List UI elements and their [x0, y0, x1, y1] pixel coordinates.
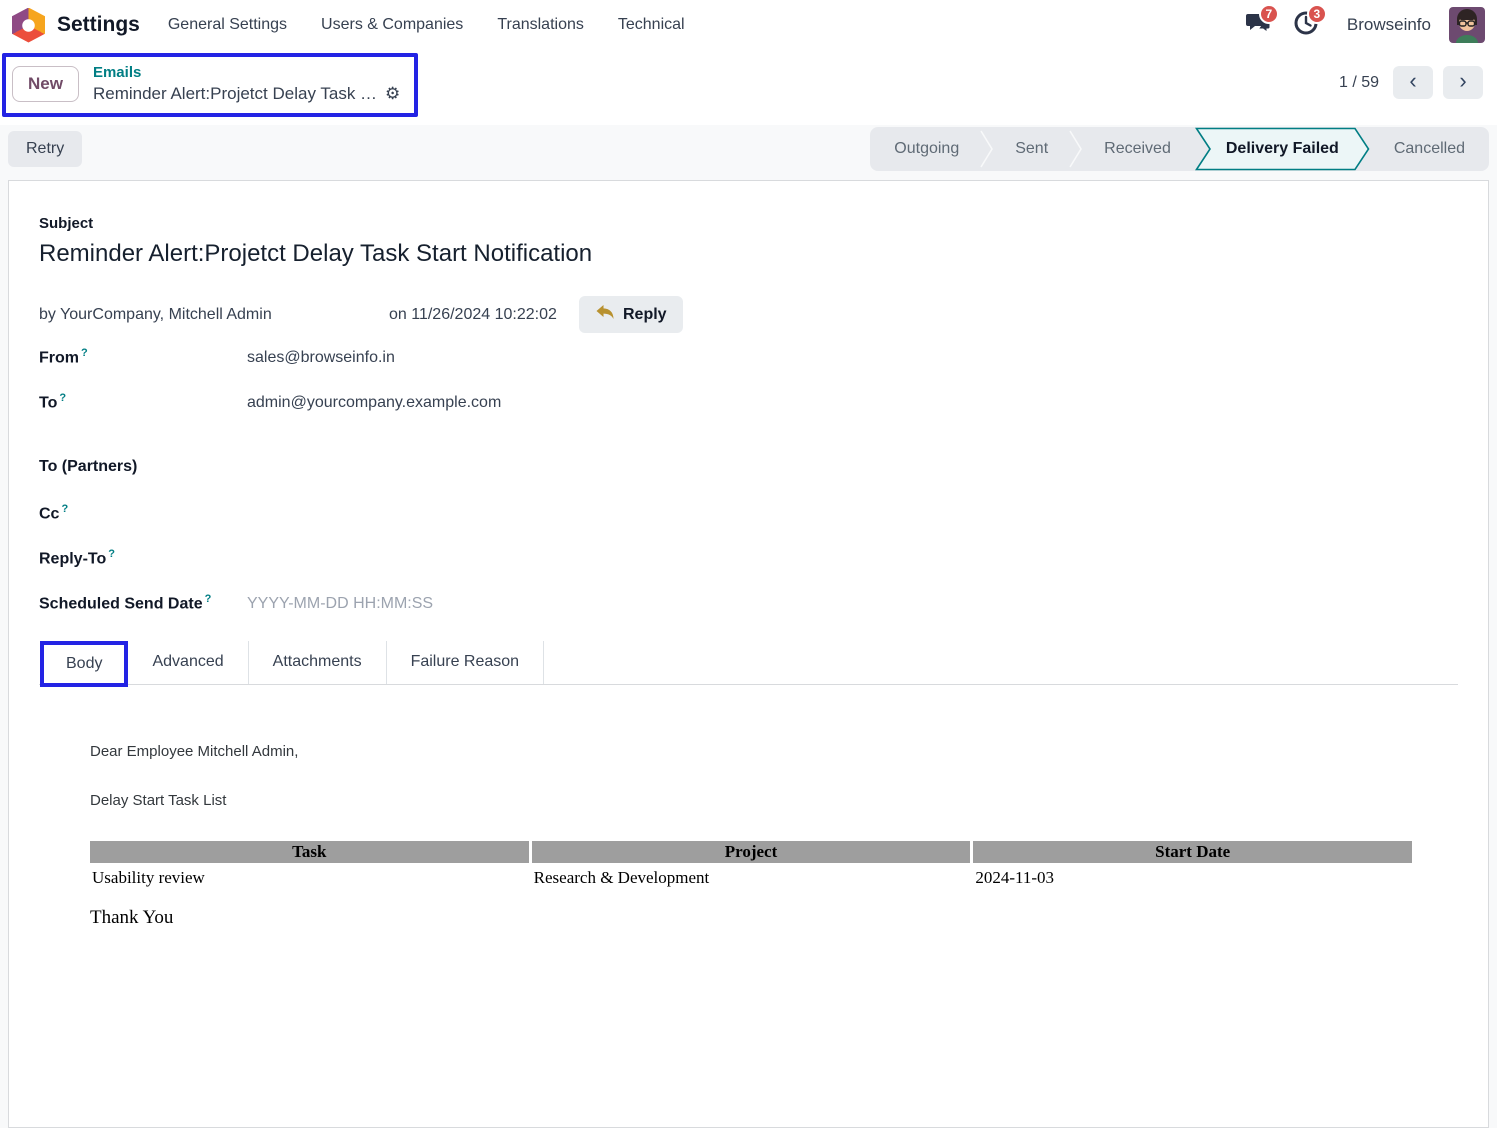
stage-delivery-failed-active[interactable]: Delivery Failed	[1194, 127, 1370, 171]
reply-button[interactable]: Reply	[579, 296, 683, 333]
scheduled-send-date-label: Scheduled Send Date?	[39, 593, 212, 613]
from-label: From?	[39, 347, 88, 367]
menu-users-companies[interactable]: Users & Companies	[321, 16, 463, 34]
field-from: From? sales@browseinfo.in	[39, 347, 1458, 377]
help-icon[interactable]: ?	[59, 392, 66, 404]
app-name[interactable]: Settings	[57, 13, 140, 37]
new-button[interactable]: New	[12, 65, 79, 102]
task-table-header-task: Task	[90, 841, 529, 863]
task-table-header-project: Project	[531, 841, 971, 863]
stage-sent[interactable]: Sent	[995, 140, 1068, 158]
tab-advanced[interactable]: Advanced	[128, 641, 249, 684]
sheet-area: Subject Reminder Alert:Projetct Delay Ta…	[0, 173, 1497, 1128]
task-cell: Usability review	[92, 868, 205, 887]
email-closing: Thank You	[90, 907, 174, 928]
reply-arrow-icon	[595, 304, 615, 325]
messages-badge: 7	[1258, 4, 1279, 24]
author-line: by YourCompany, Mitchell Admin	[39, 305, 272, 323]
notebook-tabs: Body Advanced Attachments Failure Reason	[39, 641, 1458, 687]
field-to: To? admin@yourcompany.example.com	[39, 392, 1458, 422]
from-value[interactable]: sales@browseinfo.in	[247, 349, 1458, 367]
tab-attachments[interactable]: Attachments	[248, 641, 387, 684]
tab-body[interactable]: Body	[44, 645, 125, 683]
breadcrumb-current-title: Reminder Alert:Projetct Delay Task …	[92, 83, 378, 103]
stage-delivery-failed-label: Delivery Failed	[1225, 140, 1339, 157]
control-panel: New Emails Reminder Alert:Projetct Delay…	[0, 50, 1497, 125]
pager-next-button[interactable]: ›	[1443, 66, 1483, 99]
stage-received[interactable]: Received	[1084, 140, 1191, 158]
body-tab-highlight-box: Body	[40, 641, 129, 687]
chevron-right-icon: ›	[1459, 68, 1467, 93]
activities-button[interactable]: 3	[1289, 4, 1327, 40]
activities-badge: 3	[1306, 4, 1327, 24]
stage-separator-icon	[980, 130, 994, 168]
to-partners-label: To (Partners)	[39, 458, 138, 475]
breadcrumb-highlight-box: New Emails Reminder Alert:Projetct Delay…	[2, 53, 419, 117]
navbar-right: 7 3 Browseinfo	[1241, 4, 1485, 43]
task-table-header-row: Task Project Start Date	[90, 841, 1412, 863]
stage-cancelled[interactable]: Cancelled	[1374, 140, 1485, 158]
email-intro: Delay Start Task List	[90, 792, 227, 809]
tab-failure-reason[interactable]: Failure Reason	[386, 641, 545, 684]
stage-separator-icon	[1069, 130, 1083, 168]
retry-button[interactable]: Retry	[8, 131, 83, 167]
top-navbar: Settings General Settings Users & Compan…	[0, 0, 1497, 50]
email-body[interactable]: Dear Employee Mitchell Admin, Delay Star…	[39, 685, 1458, 929]
pager: 1 / 59 ‹ ›	[1339, 66, 1483, 99]
field-reply-to: Reply-To?	[39, 548, 1458, 578]
subject-label: Subject	[39, 215, 94, 232]
help-icon[interactable]: ?	[205, 593, 212, 605]
chevron-left-icon: ‹	[1409, 68, 1417, 93]
task-table-header-start-date: Start Date	[973, 841, 1412, 863]
help-icon[interactable]: ?	[108, 548, 115, 560]
subject-value[interactable]: Reminder Alert:Projetct Delay Task Start…	[39, 240, 1458, 268]
email-greeting: Dear Employee Mitchell Admin,	[90, 743, 299, 760]
user-name[interactable]: Browseinfo	[1347, 15, 1431, 35]
breadcrumb: Emails Reminder Alert:Projetct Delay Tas…	[93, 63, 400, 105]
help-icon[interactable]: ?	[81, 347, 88, 359]
task-table: Task Project Start Date Usability review…	[87, 841, 1415, 893]
date-line: on 11/26/2024 10:22:02	[389, 305, 557, 323]
field-cc: Cc?	[39, 503, 1458, 533]
stage-outgoing[interactable]: Outgoing	[874, 140, 979, 158]
reply-button-label: Reply	[623, 305, 667, 323]
field-scheduled-send-date: Scheduled Send Date?	[39, 593, 1458, 623]
scheduled-send-date-input[interactable]	[247, 595, 567, 614]
start-date-cell: 2024-11-03	[975, 868, 1055, 887]
breadcrumb-current: Reminder Alert:Projetct Delay Task … ⚙	[93, 83, 400, 105]
pager-previous-button[interactable]: ‹	[1393, 66, 1433, 99]
help-icon[interactable]: ?	[61, 503, 68, 515]
breadcrumb-emails-link[interactable]: Emails	[93, 63, 400, 83]
status-bar: Retry Outgoing Sent Received Delivery Fa…	[0, 125, 1497, 173]
field-to-partners: To (Partners)	[39, 458, 1458, 488]
menu-technical[interactable]: Technical	[618, 16, 685, 34]
form-sheet: Subject Reminder Alert:Projetct Delay Ta…	[8, 180, 1489, 1128]
page: Settings General Settings Users & Compan…	[0, 0, 1497, 1128]
table-row: Usability review Research & Development …	[90, 863, 1412, 893]
main-menu: General Settings Users & Companies Trans…	[168, 16, 685, 34]
project-cell: Research & Development	[533, 868, 710, 887]
status-stages: Outgoing Sent Received Delivery Failed C…	[870, 127, 1489, 171]
menu-general-settings[interactable]: General Settings	[168, 16, 287, 34]
to-value[interactable]: admin@yourcompany.example.com	[247, 394, 1458, 412]
byline-row: by YourCompany, Mitchell Admin on 11/26/…	[39, 296, 1458, 333]
cc-label: Cc?	[39, 503, 69, 523]
reply-to-label: Reply-To?	[39, 548, 115, 568]
avatar[interactable]	[1449, 7, 1485, 43]
odoo-settings-logo-icon[interactable]	[12, 7, 45, 43]
messages-button[interactable]: 7	[1241, 4, 1279, 40]
to-label: To?	[39, 392, 67, 412]
pager-counter: 1 / 59	[1338, 73, 1379, 91]
gear-icon[interactable]: ⚙	[385, 83, 400, 105]
menu-translations[interactable]: Translations	[497, 16, 584, 34]
